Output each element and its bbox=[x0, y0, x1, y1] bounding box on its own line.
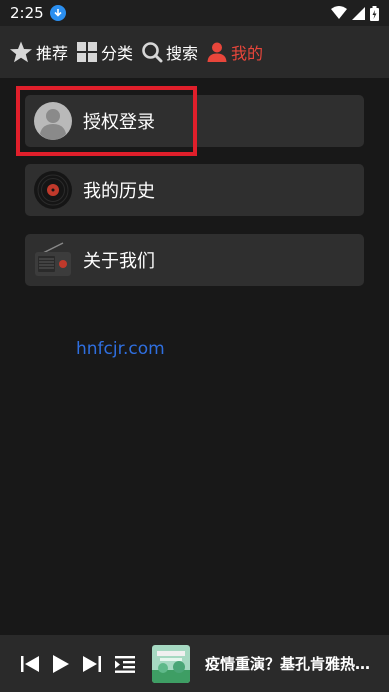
tab-mine[interactable]: 我的 bbox=[206, 40, 263, 64]
person-icon bbox=[207, 42, 227, 62]
tab-search-label: 搜索 bbox=[166, 44, 199, 63]
menu-item-history-label: 我的历史 bbox=[83, 181, 155, 202]
grid-icon bbox=[77, 42, 98, 62]
highlight-annotation bbox=[16, 86, 197, 156]
play-icon bbox=[53, 654, 69, 673]
track-title[interactable]: 疫情重演？基孔肯雅热… bbox=[205, 653, 373, 674]
next-icon bbox=[83, 655, 101, 672]
tab-mine-label: 我的 bbox=[231, 44, 264, 63]
status-bar: 2:25 bbox=[0, 0, 389, 26]
status-time: 2:25 bbox=[10, 4, 44, 22]
top-nav: 推荐 分类 搜索 我的 bbox=[0, 26, 389, 78]
battery-icon bbox=[370, 5, 379, 21]
mini-player: 疫情重演？基孔肯雅热… bbox=[0, 635, 389, 692]
playlist-icon bbox=[115, 655, 135, 673]
play-button[interactable] bbox=[52, 654, 70, 674]
menu-item-about[interactable]: 关于我们 bbox=[25, 234, 364, 286]
tab-category[interactable]: 分类 bbox=[76, 40, 133, 64]
watermark-text: hnfcjr.com bbox=[76, 339, 165, 359]
previous-button[interactable] bbox=[20, 655, 40, 673]
album-art[interactable] bbox=[152, 644, 190, 683]
main-content: 授权登录 我的历史 关于我们 hnfcjr.com bbox=[0, 78, 389, 635]
tab-recommend[interactable]: 推荐 bbox=[9, 40, 68, 64]
radio-icon bbox=[35, 242, 71, 276]
playlist-button[interactable] bbox=[114, 655, 136, 673]
album-art-icon bbox=[152, 644, 190, 683]
next-button[interactable] bbox=[82, 655, 102, 673]
tab-category-label: 分类 bbox=[101, 44, 134, 63]
menu-item-history[interactable]: 我的历史 bbox=[25, 164, 364, 216]
status-icons bbox=[331, 5, 379, 21]
wifi-icon bbox=[331, 6, 347, 19]
previous-icon bbox=[21, 655, 39, 672]
cellular-signal-icon bbox=[352, 6, 365, 20]
search-icon bbox=[142, 42, 163, 63]
tab-search[interactable]: 搜索 bbox=[141, 40, 198, 64]
vinyl-record-icon bbox=[34, 171, 72, 209]
tab-recommend-label: 推荐 bbox=[36, 44, 69, 63]
download-icon bbox=[49, 5, 66, 21]
menu-item-about-label: 关于我们 bbox=[83, 251, 155, 272]
star-icon bbox=[10, 41, 32, 63]
